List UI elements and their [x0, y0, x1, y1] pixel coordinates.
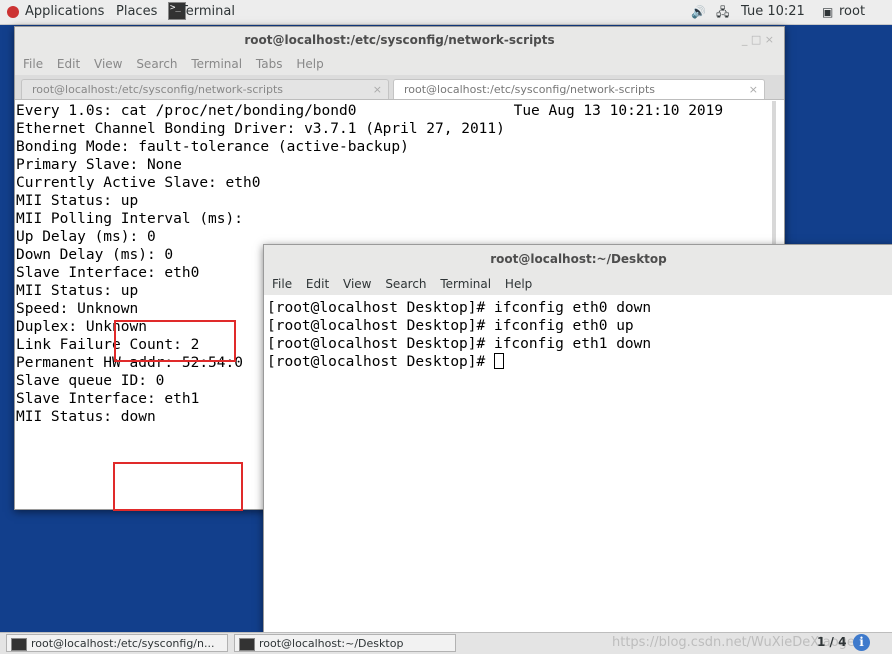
clock[interactable]: Tue 10:21	[741, 4, 805, 20]
taskbar-item-desktop[interactable]: root@localhost:~/Desktop	[234, 634, 456, 652]
menu-search[interactable]: Search	[136, 57, 177, 71]
tab-close-icon[interactable]: ×	[373, 80, 382, 100]
menu-search[interactable]: Search	[385, 277, 426, 291]
output-line: Primary Slave: None	[16, 157, 182, 173]
tab-network-scripts-1[interactable]: root@localhost:/etc/sysconfig/network-sc…	[21, 79, 389, 99]
user-icon: ▣	[822, 5, 834, 19]
menu-tabs[interactable]: Tabs	[256, 57, 283, 71]
terminal-app-menu[interactable]: Terminal	[180, 4, 235, 20]
menu-terminal[interactable]: Terminal	[191, 57, 242, 71]
menu-view[interactable]: View	[343, 277, 371, 291]
output-line: Ethernet Channel Bonding Driver: v3.7.1 …	[16, 121, 505, 137]
terminal-output[interactable]: [root@localhost Desktop]# ifconfig eth0 …	[264, 295, 892, 371]
window-title: root@localhost:/etc/sysconfig/network-sc…	[244, 33, 555, 47]
menu-view[interactable]: View	[94, 57, 122, 71]
output-line: Bonding Mode: fault-tolerance (active-ba…	[16, 139, 409, 155]
tab-network-scripts-2[interactable]: root@localhost:/etc/sysconfig/network-sc…	[393, 79, 765, 99]
menu-bar: File Edit View Search Terminal Help	[264, 273, 892, 295]
command-line: [root@localhost Desktop]# ifconfig eth1 …	[267, 336, 652, 352]
info-icon[interactable]: i	[853, 634, 870, 651]
prompt: [root@localhost Desktop]#	[267, 354, 494, 370]
menu-terminal[interactable]: Terminal	[440, 277, 491, 291]
menu-bar: File Edit View Search Terminal Tabs Help	[15, 53, 784, 75]
annotation-box-eth1	[113, 462, 243, 511]
menu-edit[interactable]: Edit	[306, 277, 329, 291]
tab-label: root@localhost:/etc/sysconfig/network-sc…	[404, 83, 656, 96]
taskbar-item-network-scripts[interactable]: root@localhost:/etc/sysconfig/n...	[6, 634, 228, 652]
output-line: MII Status: up	[16, 193, 139, 209]
menu-help[interactable]: Help	[505, 277, 532, 291]
tab-bar: root@localhost:/etc/sysconfig/network-sc…	[15, 75, 784, 100]
cursor	[493, 353, 504, 369]
task-label: root@localhost:/etc/sysconfig/n...	[31, 637, 215, 650]
command-line: [root@localhost Desktop]# ifconfig eth0 …	[267, 300, 652, 316]
tab-label: root@localhost:/etc/sysconfig/network-sc…	[32, 83, 284, 96]
volume-icon[interactable]: 🔊	[691, 4, 706, 20]
window-controls[interactable]: _ □ ×	[742, 27, 774, 53]
output-line: Currently Active Slave: eth0	[16, 175, 261, 191]
annotation-box-eth0	[114, 320, 236, 362]
network-icon[interactable]: 🖧	[716, 4, 729, 20]
output-line: MII Polling Interval (ms):	[16, 211, 243, 227]
terminal-window-desktop[interactable]: root@localhost:~/Desktop File Edit View …	[263, 244, 892, 633]
output-line: Every 1.0s: cat /proc/net/bonding/bond0 …	[16, 103, 724, 119]
bottom-taskbar: root@localhost:/etc/sysconfig/n... root@…	[0, 632, 892, 654]
menu-help[interactable]: Help	[296, 57, 323, 71]
terminal-icon	[11, 638, 27, 651]
task-label: root@localhost:~/Desktop	[259, 637, 404, 650]
menu-file[interactable]: File	[272, 277, 292, 291]
prompt-line[interactable]: [root@localhost Desktop]#	[267, 353, 892, 371]
menu-file[interactable]: File	[23, 57, 43, 71]
top-panel: Applications Places >_ Terminal 🔊 🖧 Tue …	[0, 0, 892, 25]
places-menu[interactable]: Places	[116, 4, 157, 20]
window-title: root@localhost:~/Desktop	[490, 252, 667, 266]
menu-edit[interactable]: Edit	[57, 57, 80, 71]
command-line: [root@localhost Desktop]# ifconfig eth0 …	[267, 318, 634, 334]
applications-menu[interactable]: Applications	[25, 4, 104, 20]
terminal-icon	[239, 638, 255, 651]
fedora-logo-icon	[7, 6, 19, 18]
user-menu[interactable]: root	[839, 4, 865, 20]
tab-close-icon[interactable]: ×	[749, 80, 758, 100]
workspace-pager[interactable]: 1 / 4	[817, 635, 846, 649]
window-titlebar[interactable]: root@localhost:/etc/sysconfig/network-sc…	[15, 27, 784, 53]
window-titlebar[interactable]: root@localhost:~/Desktop	[264, 245, 892, 273]
